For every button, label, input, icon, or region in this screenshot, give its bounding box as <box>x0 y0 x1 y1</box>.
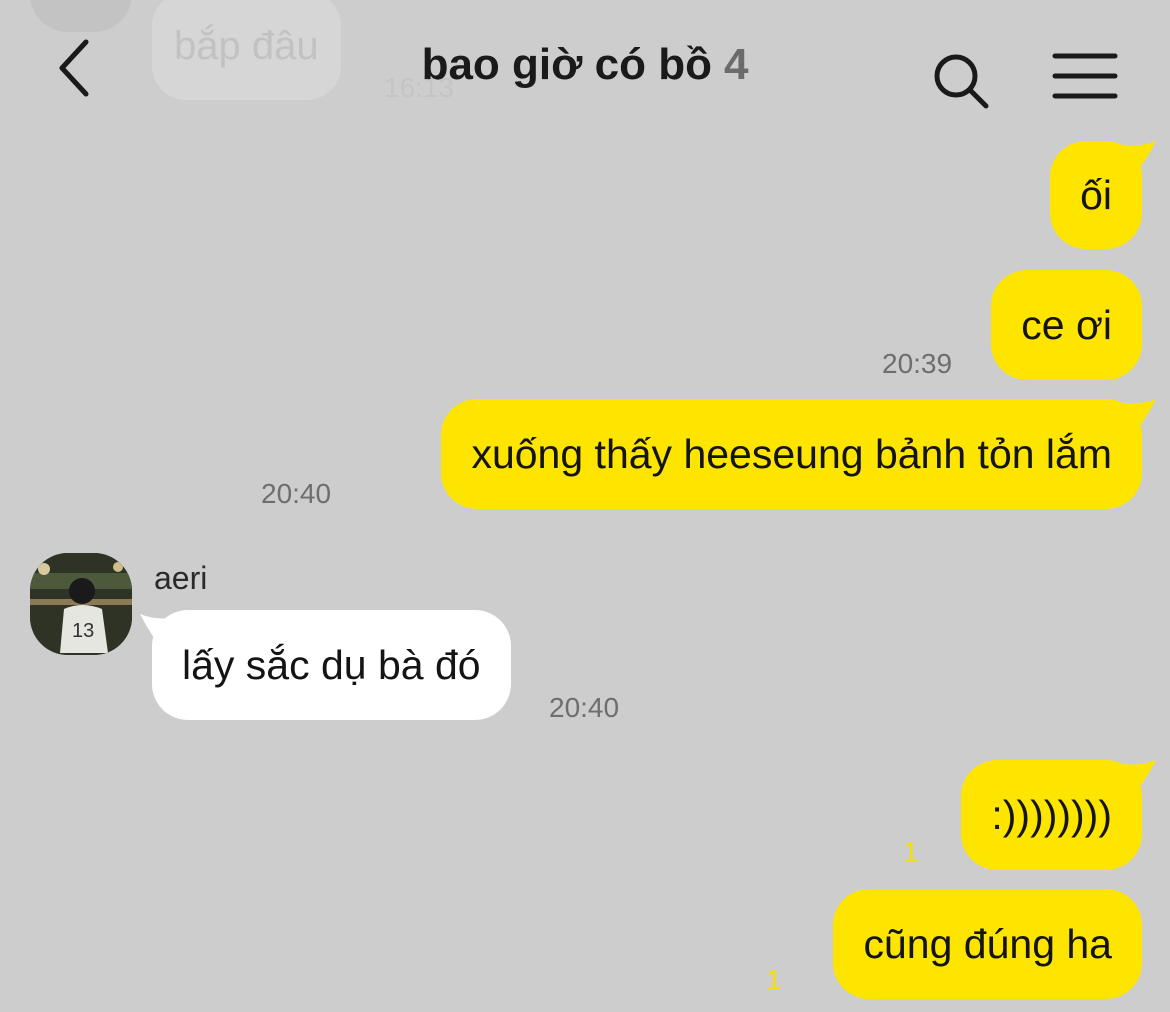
search-icon <box>934 54 989 109</box>
chat-header: bao giờ có bồ 4 <box>0 0 1170 140</box>
sender-name: aeri <box>154 560 208 596</box>
message-text: lấy sắc dụ bà đó <box>182 641 481 688</box>
member-count: 4 <box>723 40 749 89</box>
svg-text:13: 13 <box>72 620 94 642</box>
message-bubble[interactable]: ối <box>1050 141 1156 249</box>
message-text: ce ơi <box>1021 301 1112 348</box>
message-bubble[interactable]: xuống thấy heeseung bảnh tỏn lắm <box>441 399 1156 509</box>
chat-screen: bắp đâu 16:13 bao giờ có bồ 4 ối ce ơi 2… <box>0 0 1170 1012</box>
message-text: xuống thấy heeseung bảnh tỏn lắm <box>471 430 1112 477</box>
message-time: 20:40 <box>261 478 332 509</box>
bubble-tail <box>1122 399 1156 439</box>
chat-room-name: bao giờ có bồ <box>421 40 712 89</box>
bubble-tail <box>1122 760 1156 800</box>
message-time: 20:39 <box>882 348 953 379</box>
message-text: ối <box>1080 171 1112 218</box>
message-bubble[interactable]: :)))))))) <box>961 760 1156 870</box>
avatar[interactable]: 13 <box>30 553 132 655</box>
unread-count: 1 <box>766 964 782 995</box>
message-text: :)))))))) <box>991 791 1112 838</box>
bubble-tail <box>140 614 174 654</box>
message-bubble[interactable]: ce ơi <box>991 270 1142 380</box>
profile-photo: 13 <box>30 553 132 655</box>
message-bubble[interactable]: lấy sắc dụ bà đó <box>140 610 511 720</box>
menu-button[interactable] <box>1052 52 1118 102</box>
hamburger-menu-icon <box>1052 53 1118 99</box>
message-text: cũng đúng ha <box>863 920 1112 967</box>
message-time: 20:40 <box>549 692 620 723</box>
message-bubble[interactable]: cũng đúng ha <box>833 889 1142 999</box>
unread-count: 1 <box>903 836 919 867</box>
chat-title: bao giờ có bồ 4 <box>0 40 1170 90</box>
bubble-tail <box>1122 141 1156 181</box>
search-button[interactable] <box>930 50 992 112</box>
